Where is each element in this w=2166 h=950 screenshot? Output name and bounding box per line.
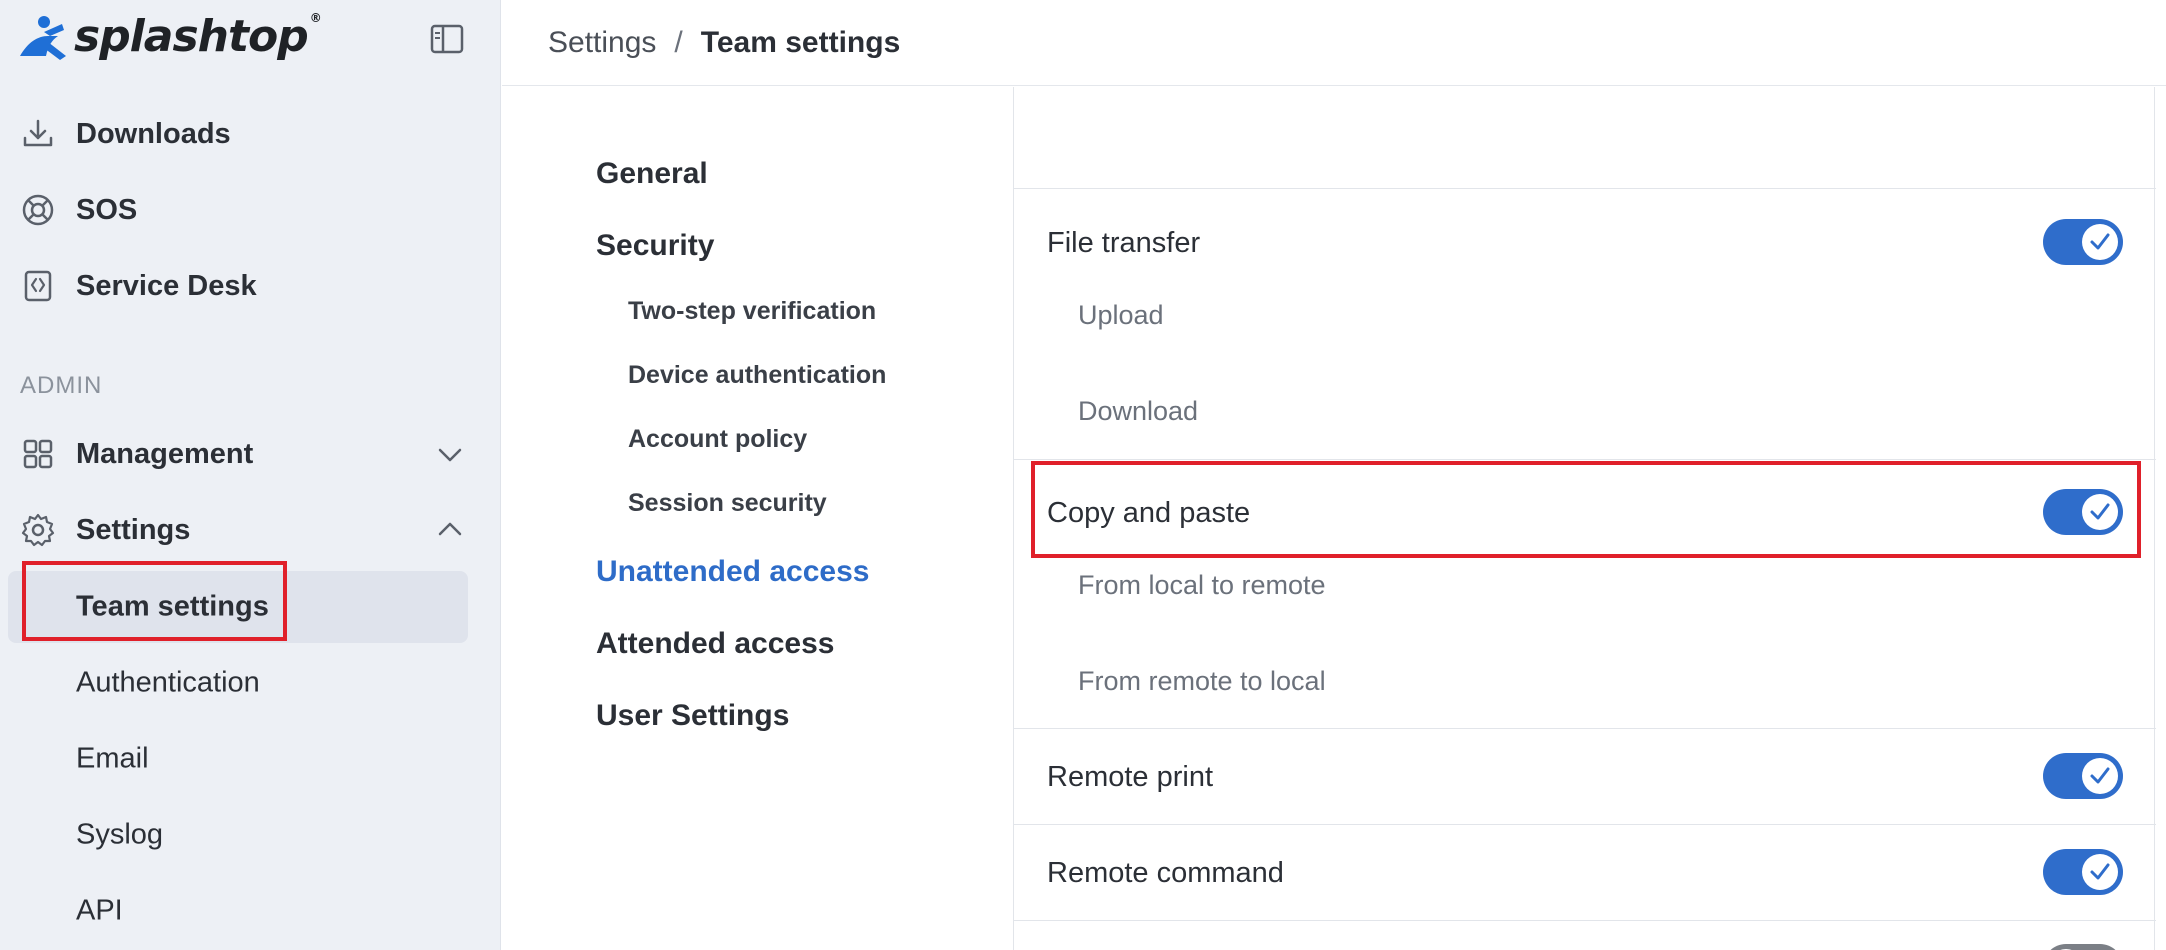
breadcrumb-separator: / [674, 25, 683, 59]
nav-service-desk[interactable]: Service Desk [0, 256, 501, 316]
nav-management-label: Management [76, 437, 254, 470]
subnav-unattended-access[interactable]: Unattended access [596, 555, 869, 589]
sidebar-item-label: Email [76, 742, 149, 775]
nav-settings-label: Settings [76, 513, 191, 546]
gear-icon [21, 513, 55, 547]
divider [1014, 728, 2156, 729]
grid-icon [23, 439, 53, 469]
subnav-account-policy[interactable]: Account policy [628, 425, 807, 454]
brand-name: splashtop ® [74, 10, 322, 62]
check-icon [2090, 503, 2110, 520]
service-desk-icon [24, 270, 52, 302]
scroll-gutter [2156, 87, 2166, 950]
settings-subnav: General Security Two-step verification D… [502, 87, 1012, 950]
remote-print-toggle[interactable] [2043, 753, 2123, 799]
nav-management[interactable]: Management [0, 424, 501, 484]
check-icon [2090, 863, 2110, 880]
nav-downloads[interactable]: Downloads [0, 104, 501, 164]
remote-command-label: Remote command [1047, 857, 1284, 889]
sidebar-item-email[interactable]: Email [0, 723, 501, 795]
file-transfer-toggle[interactable] [2043, 219, 2123, 265]
file-transfer-label: File transfer [1047, 227, 1201, 259]
subnav-security[interactable]: Security [596, 229, 714, 263]
sidebar-item-api[interactable]: API [0, 875, 501, 947]
nav-settings[interactable]: Settings [0, 500, 501, 560]
admin-section-label: ADMIN [20, 372, 103, 399]
subnav-general[interactable]: General [596, 157, 708, 191]
check-icon [2090, 233, 2110, 250]
remote-command-toggle[interactable] [2043, 849, 2123, 895]
nav-downloads-label: Downloads [76, 117, 231, 150]
sidebar-item-label: Syslog [76, 818, 164, 851]
remote-to-local-label: From remote to local [1078, 666, 1326, 696]
chevron-up-icon[interactable] [436, 516, 464, 544]
download-icon [23, 119, 53, 147]
divider [1014, 459, 2156, 460]
sidebar-item-label: Authentication [76, 666, 260, 699]
chevron-down-icon[interactable] [436, 440, 464, 468]
download-label: Download [1078, 396, 1199, 426]
brand-logo[interactable]: splashtop ® [14, 10, 322, 64]
subnav-two-step-verification[interactable]: Two-step verification [628, 297, 876, 326]
divider [1014, 920, 2156, 921]
sidebar-item-team-settings[interactable]: Team settings [0, 571, 501, 643]
breadcrumb: Settings / Team settings [502, 0, 2166, 86]
nav-service-desk-label: Service Desk [76, 269, 257, 302]
local-to-remote-label: From local to remote [1078, 570, 1326, 600]
subnav-session-security[interactable]: Session security [628, 489, 827, 518]
collapse-sidebar-icon[interactable] [430, 24, 464, 54]
divider [1014, 188, 2156, 189]
page-title: Team settings [700, 25, 901, 59]
copy-and-paste-toggle[interactable] [2043, 489, 2123, 535]
nav-sos-label: SOS [76, 193, 138, 226]
sidebar-item-syslog[interactable]: Syslog [0, 799, 501, 871]
upload-label: Upload [1078, 300, 1164, 330]
sidebar-item-authentication[interactable]: Authentication [0, 647, 501, 719]
divider [1014, 824, 2156, 825]
splashtop-logo-icon [20, 16, 66, 60]
sidebar-item-label: Team settings [76, 590, 269, 623]
breadcrumb-settings[interactable]: Settings [548, 26, 656, 60]
subnav-attended-access[interactable]: Attended access [596, 627, 834, 661]
copy-and-paste-label: Copy and paste [1047, 497, 1251, 529]
check-icon [2090, 767, 2110, 784]
nav-sos[interactable]: SOS [0, 180, 501, 240]
subnav-user-settings[interactable]: User Settings [596, 699, 789, 733]
settings-panel: File transfer Upload Download Copy and p… [1013, 87, 2156, 950]
sos-icon [22, 194, 54, 226]
sidebar: splashtop ® Downloads SOS Service Desk A… [0, 0, 501, 950]
remote-print-label: Remote print [1047, 761, 1214, 793]
subnav-device-authentication[interactable]: Device authentication [628, 361, 886, 390]
sidebar-item-label: API [76, 894, 123, 927]
next-row-toggle[interactable] [2043, 944, 2123, 950]
